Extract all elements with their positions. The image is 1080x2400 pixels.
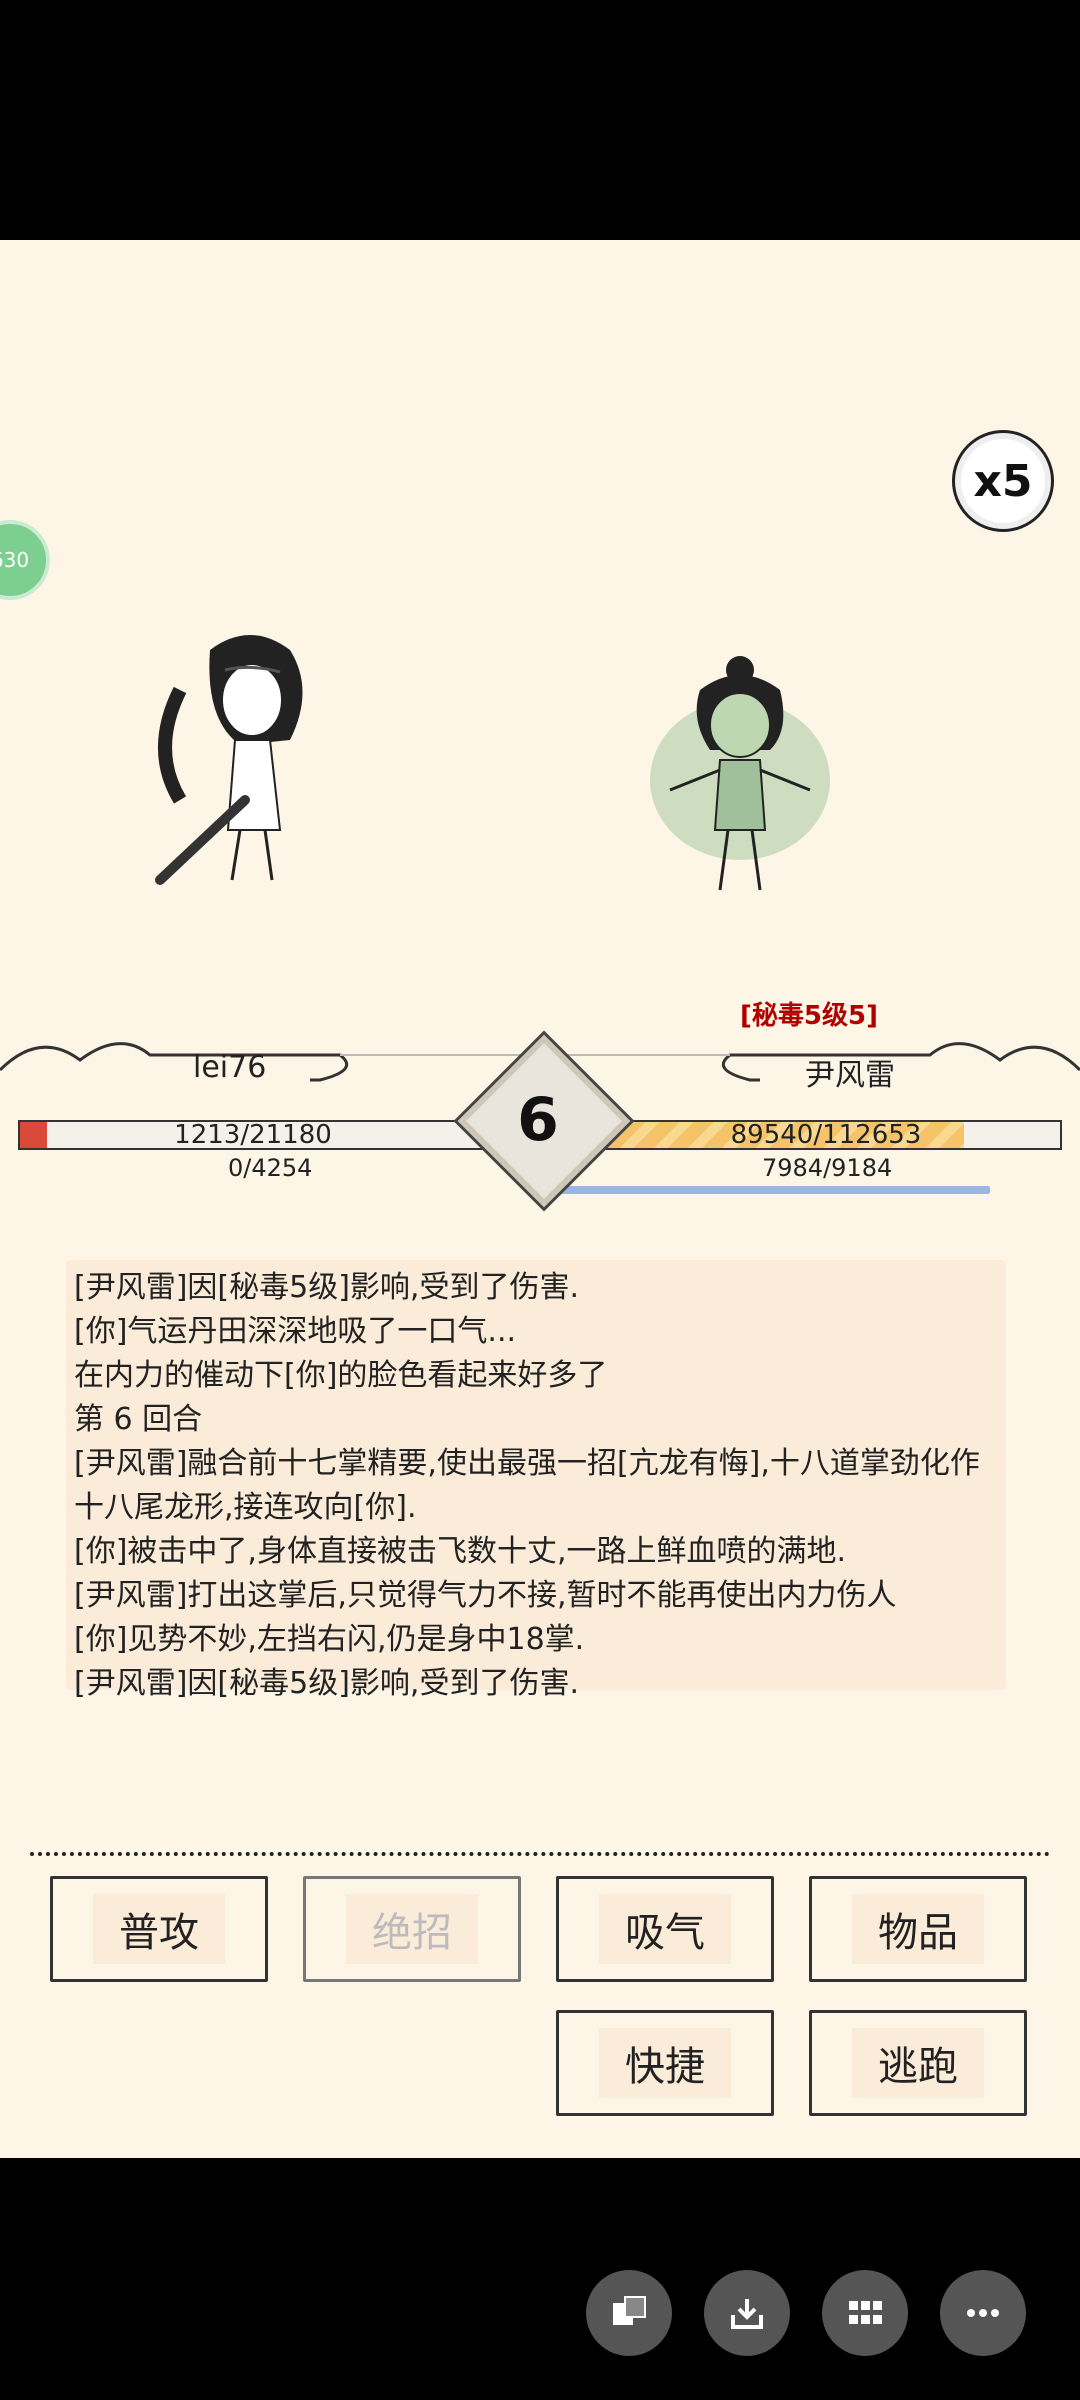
log-line: [尹风雷]因[秘毒5级]影响,受到了伤害. bbox=[74, 1666, 579, 1701]
apps-grid-icon[interactable] bbox=[822, 2270, 908, 2356]
speed-label: x5 bbox=[973, 455, 1033, 507]
log-line: [你]气运丹田深深地吸了一口气... bbox=[74, 1314, 517, 1349]
translate-icon[interactable] bbox=[586, 2270, 672, 2356]
player-name: lei76 bbox=[193, 1050, 267, 1085]
shortcut-button[interactable]: 快捷 bbox=[556, 2010, 774, 2116]
battle-log: [尹风雷]因[秘毒5级]影响,受到了伤害. [你]气运丹田深深地吸了一口气...… bbox=[66, 1260, 1006, 1701]
flee-label: 逃跑 bbox=[852, 2028, 984, 2098]
enemy-hp-text: 89540/112653 bbox=[730, 1120, 922, 1150]
enemy-mp-bar bbox=[555, 1186, 990, 1194]
speed-toggle-button[interactable]: x5 bbox=[952, 430, 1054, 532]
breathe-label: 吸气 bbox=[599, 1894, 731, 1964]
enemy-mp-text: 7984/9184 bbox=[762, 1154, 893, 1182]
side-tab-label: 630 bbox=[0, 548, 30, 572]
log-line: [你]见势不妙,左挡右闪,仍是身中18掌. bbox=[74, 1622, 585, 1657]
flee-button[interactable]: 逃跑 bbox=[809, 2010, 1027, 2116]
more-options-icon[interactable] bbox=[940, 2270, 1026, 2356]
breathe-button[interactable]: 吸气 bbox=[556, 1876, 774, 1982]
log-line: 在内力的催动下[你]的脸色看起来好多了 bbox=[74, 1358, 608, 1393]
enemy-character bbox=[650, 656, 830, 891]
items-label: 物品 bbox=[852, 1894, 984, 1964]
battle-screen: 630 x5 [秘毒5级5] lei76 尹风雷 1213/21180 89 bbox=[0, 240, 1080, 2158]
enemy-hp-bar: 89540/112653 bbox=[590, 1120, 1062, 1150]
player-mp-text: 0/4254 bbox=[228, 1154, 313, 1182]
player-hp-text: 1213/21180 bbox=[174, 1120, 332, 1150]
log-line: [尹风雷]打出这掌后,只觉得气力不接,暂时不能再使出内力伤人 bbox=[74, 1578, 897, 1613]
side-floating-tab[interactable]: 630 bbox=[0, 520, 50, 600]
ultimate-button[interactable]: 绝招 bbox=[303, 1876, 521, 1982]
items-button[interactable]: 物品 bbox=[809, 1876, 1027, 1982]
player-character bbox=[155, 635, 303, 885]
round-number: 6 bbox=[517, 1085, 559, 1155]
log-line: [你]被击中了,身体直接被击飞数十丈,一路上鲜血喷的满地. bbox=[74, 1534, 847, 1569]
player-hp-bar: 1213/21180 bbox=[18, 1120, 488, 1150]
dotted-divider bbox=[30, 1852, 1050, 1856]
shortcut-label: 快捷 bbox=[599, 2028, 731, 2098]
ultimate-label: 绝招 bbox=[346, 1894, 478, 1964]
enemy-name: 尹风雷 bbox=[805, 1058, 895, 1093]
download-icon[interactable] bbox=[704, 2270, 790, 2356]
attack-button[interactable]: 普攻 bbox=[50, 1876, 268, 1982]
log-line: [尹风雷]融合前十七掌精要,使出最强一招[亢龙有悔],十八道掌劲化作十八尾龙形,… bbox=[74, 1446, 980, 1525]
log-line: [尹风雷]因[秘毒5级]影响,受到了伤害. bbox=[74, 1270, 579, 1305]
log-line: 第 6 回合 bbox=[74, 1402, 203, 1437]
attack-label: 普攻 bbox=[93, 1894, 225, 1964]
